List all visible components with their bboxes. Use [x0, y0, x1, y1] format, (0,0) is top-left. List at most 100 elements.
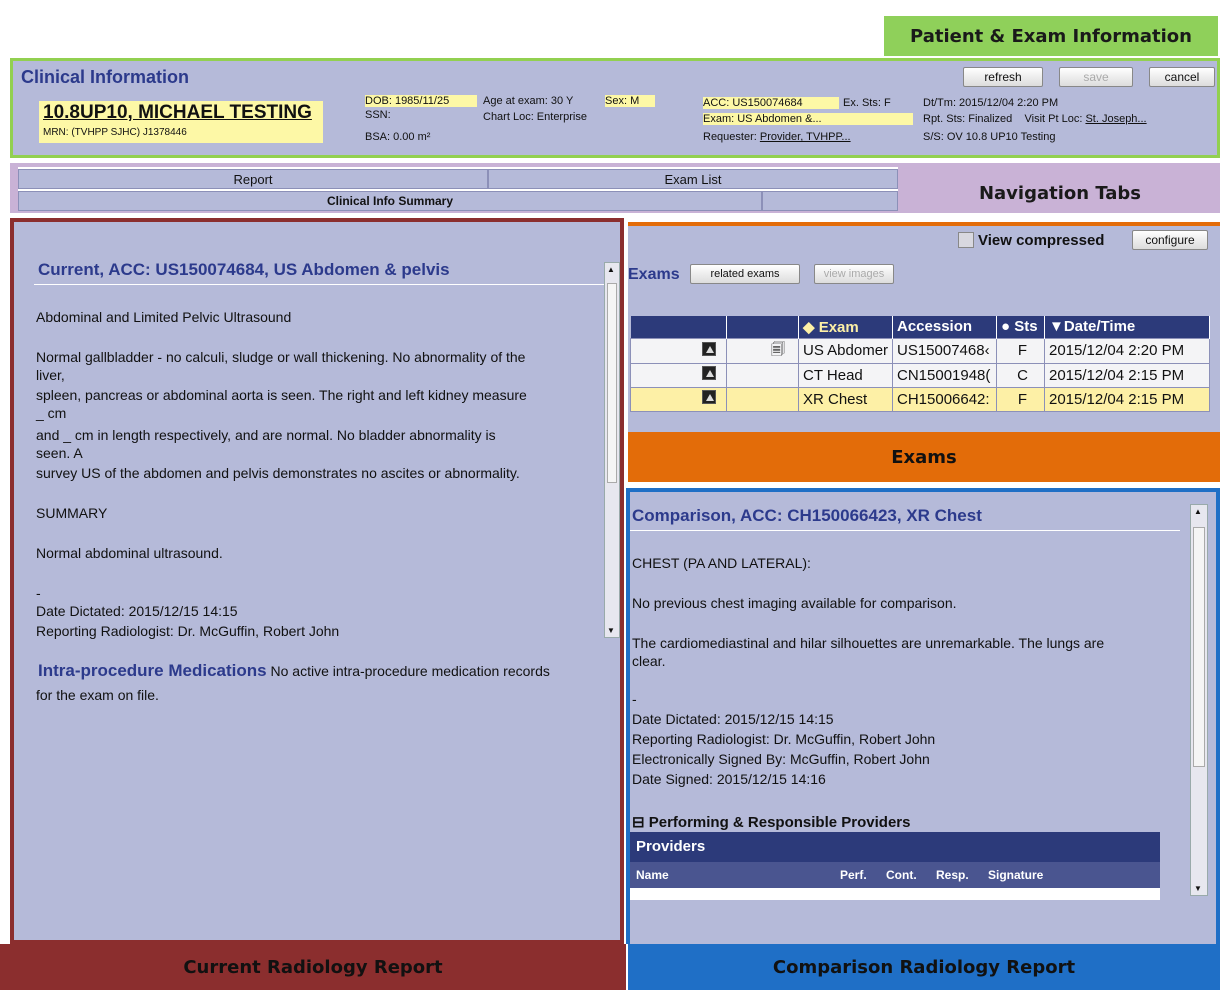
exams-tag: Exams [628, 432, 1220, 482]
scroll-up-icon[interactable]: ▲ [607, 265, 615, 274]
tab-clinical-info-summary[interactable]: Clinical Info Summary [18, 191, 762, 211]
refresh-button[interactable]: refresh [963, 67, 1043, 87]
view-compressed-checkbox[interactable] [958, 232, 974, 248]
tab-report-label: Report [233, 172, 273, 187]
table-row[interactable]: 🗐 US Abdomer US15007468‹ F 2015/12/04 2:… [630, 337, 1210, 364]
report-line: SUMMARY [36, 505, 108, 521]
tab-exam-list[interactable]: Exam List [488, 169, 898, 189]
report-line: Date Dictated: 2015/12/15 14:15 [36, 603, 238, 619]
tab-exam-list-label: Exam List [664, 172, 722, 187]
exam-cell: US Abdomer [798, 337, 893, 364]
row-cell [726, 386, 799, 412]
report-scrollbar[interactable]: ▲ ▼ [604, 262, 620, 638]
comparison-report-panel: Comparison, ACC: CH150066423, XR Chest C… [626, 488, 1220, 944]
tab-report[interactable]: Report [18, 169, 488, 189]
image-icon[interactable] [702, 341, 716, 356]
title-divider [34, 284, 606, 285]
scroll-up-icon[interactable]: ▲ [1194, 507, 1202, 516]
ssn: SSN: [365, 109, 391, 121]
current-report-tag: Current Radiology Report [0, 944, 626, 990]
row-cell [630, 362, 727, 388]
col-icon [726, 316, 799, 338]
report-line: survey US of the abdomen and pelvis demo… [36, 465, 520, 481]
view-compressed-label: View compressed [978, 232, 1105, 249]
datetime-cell: 2015/12/04 2:15 PM [1044, 386, 1210, 412]
scroll-down-icon[interactable]: ▼ [607, 626, 615, 635]
status-cell: F [996, 386, 1045, 412]
comparison-report-tag: Comparison Radiology Report [628, 944, 1220, 990]
col-exam-label: ◆ Exam [803, 318, 859, 336]
current-report-title: Current, ACC: US150074684, US Abdomen & … [38, 260, 450, 279]
chart-loc: Chart Loc: Enterprise [483, 111, 587, 123]
report-line: Date Dictated: 2015/12/15 14:15 [632, 711, 834, 727]
report-line: CHEST (PA AND LATERAL): [632, 555, 811, 571]
col-status[interactable]: ● Sts [996, 316, 1045, 338]
patient-mrn: MRN: (TVHPP SJHC) J1378446 [43, 127, 187, 138]
accession-cell: CN15001948( [892, 362, 997, 388]
report-line: spleen, pancreas or abdominal aorta is s… [36, 387, 527, 403]
exams-header-row: ◆ Exam Accession ● Sts ▼Date/Time [630, 316, 1210, 338]
datetime: Dt/Tm: 2015/12/04 2:20 PM [923, 97, 1059, 109]
scroll-down-icon[interactable]: ▼ [1194, 884, 1202, 893]
table-row-selected[interactable]: XR Chest CH15006642: F 2015/12/04 2:15 P… [630, 386, 1210, 412]
col-cont[interactable]: Cont. [886, 862, 917, 888]
meds-section: Intra-procedure Medications No active in… [38, 662, 618, 680]
report-icon[interactable]: 🗐 [771, 341, 785, 357]
view-images-button[interactable]: view images [814, 264, 894, 284]
col-name[interactable]: Name [636, 862, 669, 888]
report-line: Reporting Radiologist: Dr. McGuffin, Rob… [632, 731, 936, 747]
meds-title: Intra-procedure Medications [38, 661, 267, 680]
comparison-scrollbar[interactable]: ▲ ▼ [1190, 504, 1208, 896]
report-line: Electronically Signed By: McGuffin, Robe… [632, 751, 930, 767]
report-line: Normal gallbladder - no calculi, sludge … [36, 349, 526, 365]
report-line: - [36, 585, 41, 601]
col-signature[interactable]: Signature [988, 862, 1043, 888]
image-icon[interactable] [702, 366, 716, 380]
configure-button[interactable]: configure [1132, 230, 1208, 250]
visit-label: Visit Pt Loc: [1024, 113, 1083, 125]
requester-link[interactable]: Provider, TVHPP... [760, 131, 851, 143]
tab-blank[interactable] [762, 191, 898, 211]
exam-status: Ex. Sts: F [843, 97, 891, 109]
exam-cell: XR Chest [798, 386, 893, 412]
nav-tabs-container: Report Exam List Clinical Info Summary [18, 167, 898, 211]
col-accession[interactable]: Accession [892, 316, 997, 338]
col-blank [630, 316, 727, 338]
table-row[interactable]: CT Head CN15001948( C 2015/12/04 2:15 PM [630, 362, 1210, 388]
related-exams-button[interactable]: related exams [690, 264, 800, 284]
meds-text-2: for the exam on file. [36, 687, 159, 703]
accession: ACC: US150074684 [703, 97, 839, 109]
image-icon[interactable] [702, 390, 716, 404]
status-cell: C [996, 362, 1045, 388]
report-line: liver, [36, 367, 65, 383]
comparison-report-title: Comparison, ACC: CH150066423, XR Chest [632, 506, 982, 525]
col-perf[interactable]: Perf. [840, 862, 867, 888]
exam-name: Exam: US Abdomen &... [703, 113, 913, 125]
col-resp[interactable]: Resp. [936, 862, 969, 888]
report-line: Date Signed: 2015/12/15 14:16 [632, 771, 826, 787]
col-exam[interactable]: ◆ Exam [798, 316, 893, 338]
cancel-button[interactable]: cancel [1149, 67, 1215, 87]
report-line: Reporting Radiologist: Dr. McGuffin, Rob… [36, 623, 340, 639]
bsa: BSA: 0.00 m² [365, 131, 431, 143]
scroll-thumb[interactable] [1193, 527, 1205, 767]
row-cell [630, 337, 727, 364]
row-cell [726, 362, 799, 388]
report-status-text: Rpt. Sts: Finalized [923, 113, 1013, 125]
providers-section-toggle[interactable]: ⊟ Performing & Responsible Providers [632, 814, 910, 832]
patient-name[interactable]: 10.8UP10, MICHAEL TESTING [43, 102, 312, 124]
report-line: No previous chest imaging available for … [632, 595, 957, 611]
save-button[interactable]: save [1059, 67, 1133, 87]
visit-link[interactable]: St. Joseph... [1085, 113, 1146, 125]
accession-cell: US15007468‹ [892, 337, 997, 364]
report-line: The cardiomediastinal and hilar silhouet… [632, 635, 1105, 651]
exam-cell: CT Head [798, 362, 893, 388]
col-datetime[interactable]: ▼Date/Time [1044, 316, 1210, 338]
clinical-info-header: Clinical Information refresh save cancel… [10, 58, 1220, 158]
accession-cell: CH15006642: [892, 386, 997, 412]
tab-clinical-summary-label: Clinical Info Summary [326, 194, 454, 208]
header-title: Clinical Information [21, 67, 190, 87]
meds-text: No active intra-procedure medication rec… [270, 663, 550, 679]
navigation-tabs-tag: Navigation Tabs [978, 182, 1142, 204]
scroll-thumb[interactable] [607, 283, 617, 483]
